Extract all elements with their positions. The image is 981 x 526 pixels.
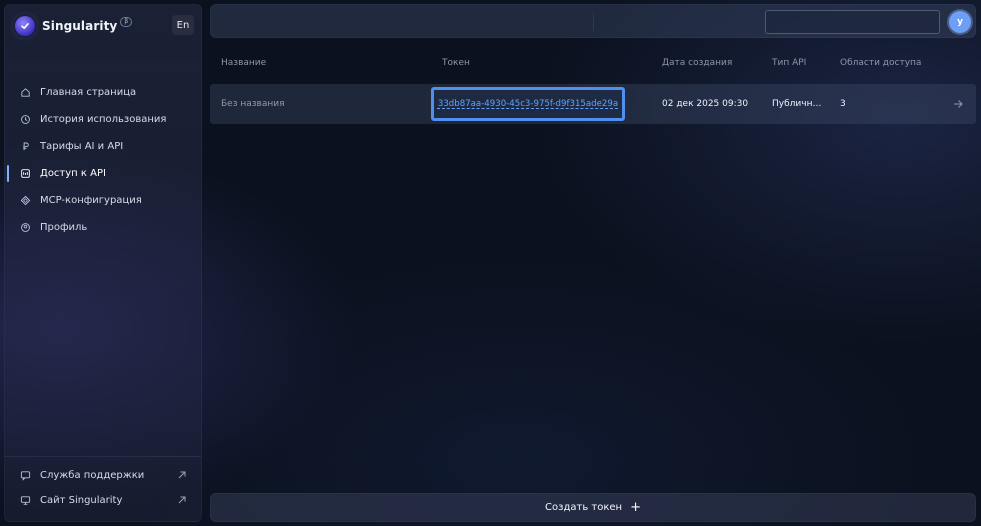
- external-arrow-icon: [178, 471, 186, 479]
- sidebar-nav: Главная страница История использования Т…: [5, 79, 201, 241]
- clock-icon: [19, 114, 31, 126]
- token-api-type: Публичн…: [772, 99, 822, 109]
- sidebar-item-label: Главная страница: [40, 87, 137, 98]
- brand-name: Singularity: [42, 19, 118, 33]
- language-switch-button[interactable]: En: [172, 15, 194, 35]
- create-token-button[interactable]: Создать токен +: [210, 493, 976, 522]
- table-header: Название Токен Дата создания Тип API Обл…: [210, 58, 976, 72]
- api-tokens-table: Название Токен Дата создания Тип API Обл…: [210, 44, 976, 490]
- token-name: Без названия: [221, 99, 285, 109]
- profile-icon: [19, 222, 31, 234]
- sidebar-item-home[interactable]: Главная страница: [5, 79, 201, 106]
- column-header-scopes: Области доступа: [840, 58, 922, 68]
- sidebar-item-label: История использования: [40, 114, 167, 125]
- beta-badge: β: [120, 17, 133, 27]
- token-scopes-count: 3: [840, 99, 846, 109]
- external-arrow-icon: [178, 496, 186, 504]
- table-row[interactable]: Без названия 33db87aa-4930-45c3-975f-d9f…: [210, 84, 976, 124]
- sidebar-item-mcp-config[interactable]: MCP-конфигурация: [5, 187, 201, 214]
- ruble-icon: [19, 141, 31, 153]
- sidebar-item-label: Профиль: [40, 222, 88, 233]
- column-header-name: Название: [221, 58, 267, 68]
- support-link[interactable]: Служба поддержки: [5, 463, 201, 488]
- sidebar-item-profile[interactable]: Профиль: [5, 214, 201, 241]
- arrow-right-icon[interactable]: [952, 98, 964, 110]
- plus-icon: +: [630, 499, 641, 515]
- token-created-date: 02 дек 2025 09:30: [662, 99, 749, 109]
- create-token-label: Создать токен: [545, 502, 623, 513]
- brand[interactable]: Singularity β: [15, 15, 133, 37]
- monitor-icon: [19, 495, 31, 507]
- column-header-token: Токен: [442, 58, 470, 68]
- token-value-link[interactable]: 33db87aa-4930-45c3-975f-d9f315ade29a: [431, 87, 625, 121]
- sidebar-item-label: Тарифы AI и API: [40, 141, 124, 152]
- column-header-created: Дата создания: [662, 58, 733, 68]
- sidebar-item-label: MCP-конфигурация: [40, 195, 142, 206]
- home-icon: [19, 87, 31, 99]
- mcp-icon: [19, 195, 31, 207]
- sidebar-item-usage-history[interactable]: История использования: [5, 106, 201, 133]
- chat-icon: [19, 470, 31, 482]
- website-link-label: Сайт Singularity: [40, 495, 123, 506]
- support-link-label: Служба поддержки: [40, 470, 145, 481]
- topbar-divider: [593, 13, 594, 31]
- sidebar-item-tariffs[interactable]: Тарифы AI и API: [5, 133, 201, 160]
- sidebar-bottom-links: Служба поддержки Сайт Singularity: [5, 456, 201, 513]
- search-input[interactable]: [765, 10, 940, 34]
- sidebar-item-api-access[interactable]: Доступ к API: [5, 160, 201, 187]
- singularity-logo-icon: [15, 16, 35, 36]
- sidebar-item-label: Доступ к API: [40, 168, 106, 179]
- column-header-api-type: Тип API: [772, 58, 807, 68]
- website-link[interactable]: Сайт Singularity: [5, 488, 201, 513]
- top-bar: y: [210, 4, 976, 38]
- sidebar: Singularity β En Главная страница Истори…: [4, 4, 202, 522]
- app-window: Singularity β En Главная страница Истори…: [0, 0, 981, 526]
- api-key-icon: [19, 168, 31, 180]
- user-avatar[interactable]: y: [949, 11, 971, 33]
